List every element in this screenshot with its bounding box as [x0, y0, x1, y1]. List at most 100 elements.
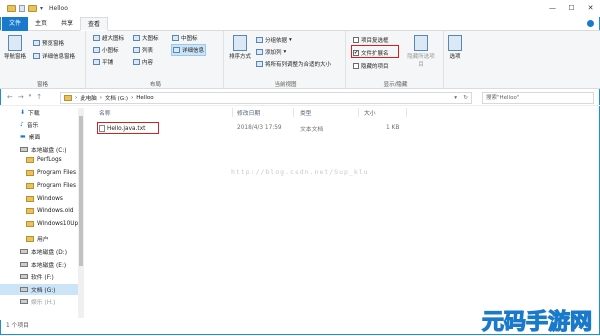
- group-label-show-hide: 显示/隐藏: [383, 82, 408, 88]
- layout-details[interactable]: 详细信息: [171, 44, 207, 56]
- group-label-layout: 布局: [149, 82, 161, 88]
- music-icon: ♪: [20, 121, 24, 128]
- group-by-icon: [256, 37, 263, 43]
- new-folder-icon[interactable]: [28, 5, 37, 12]
- column-header-date[interactable]: 修改日期: [237, 108, 260, 117]
- folder-icon: [26, 235, 34, 242]
- fit-columns-button[interactable]: 将所有列调整为合适的大小: [256, 60, 331, 68]
- sidebar-item-users[interactable]: 用户: [26, 234, 49, 243]
- group-label-current-view: 当前视图: [274, 82, 297, 88]
- sidebar-scrollbar[interactable]: [78, 108, 84, 318]
- breadcrumb-item[interactable]: 文档 (G:): [105, 94, 128, 102]
- details-pane-button[interactable]: 详细信息窗格: [33, 52, 75, 60]
- sidebar-item-drive-g[interactable]: 文档 (G:): [0, 284, 78, 295]
- folder-icon: [26, 183, 34, 189]
- column-header-size[interactable]: 大小: [364, 108, 376, 117]
- chevron-down-icon[interactable]: ▾: [454, 95, 457, 101]
- address-bar[interactable]: › 此电脑 › 文档 (G:) › Helloo ▾ ↻: [60, 92, 472, 104]
- sidebar-item-program-files-x86[interactable]: Program Files: [26, 183, 76, 189]
- highlight-file: [97, 122, 159, 134]
- checkbox[interactable]: [353, 63, 359, 69]
- group-show-hide: 项目复选框 ✔ 文件扩展名 隐藏的项目 隐藏所选项目 显示/隐藏: [348, 31, 444, 89]
- nav-pane-button[interactable]: 导航窗格: [4, 35, 26, 60]
- quick-access-dropdown-icon[interactable]: ▾: [40, 5, 43, 12]
- preview-icon: [33, 40, 40, 46]
- sidebar-item-downloads[interactable]: ⬇ 下载: [20, 108, 40, 117]
- item-checkboxes-toggle[interactable]: 项目复选框: [353, 36, 389, 44]
- tab-home[interactable]: 主页: [28, 17, 54, 31]
- large-icons-icon: [133, 35, 140, 41]
- column-divider[interactable]: [232, 108, 233, 117]
- hide-selected-icon: [414, 35, 428, 51]
- sidebar-item-drive-f[interactable]: 软件 (F:): [20, 272, 54, 281]
- folder-icon: [26, 208, 34, 214]
- hide-selected-button[interactable]: 隐藏所选项目: [406, 35, 436, 68]
- title-bar: ▾ Helloo — ☐ ✕: [0, 0, 600, 17]
- tab-share[interactable]: 共享: [54, 17, 80, 31]
- add-column-button[interactable]: 添加列 ▾: [256, 48, 286, 56]
- drive-icon: [20, 147, 28, 152]
- sidebar-item-windows10up[interactable]: Windows10Up: [26, 221, 78, 227]
- layout-small-icons[interactable]: 小图标: [93, 46, 119, 54]
- tiles-icon: [93, 59, 100, 65]
- up-icon[interactable]: ↑: [36, 93, 42, 101]
- layout-content[interactable]: 内容: [133, 58, 153, 66]
- watermark: http://blog.csdn.net/Sup_klu: [231, 168, 369, 176]
- sidebar-item-windows[interactable]: Windows: [26, 196, 63, 202]
- hidden-items-toggle[interactable]: 隐藏的项目: [353, 62, 389, 70]
- column-divider[interactable]: [358, 108, 359, 117]
- sidebar-item-drive-e[interactable]: 本地磁盘 (E:): [20, 260, 66, 269]
- column-divider[interactable]: [293, 108, 294, 117]
- refresh-icon[interactable]: ↻: [463, 95, 468, 101]
- fit-columns-icon: [256, 61, 263, 67]
- layout-list[interactable]: 列表: [133, 46, 153, 54]
- close-button[interactable]: ✕: [581, 0, 600, 17]
- breadcrumb-item[interactable]: Helloo: [136, 95, 153, 101]
- list-icon: [133, 47, 140, 53]
- help-icon[interactable]: [587, 20, 594, 27]
- layout-xl-icons[interactable]: 超大图标: [93, 34, 124, 42]
- drive-icon: [20, 287, 28, 292]
- minimize-button[interactable]: —: [543, 0, 562, 17]
- sidebar-item-program-files[interactable]: Program Files: [26, 170, 76, 176]
- sidebar-item-drive-h[interactable]: 娱乐 (H:): [20, 297, 55, 306]
- sidebar-item-drive-c[interactable]: 本地磁盘 (C:): [20, 145, 67, 154]
- column-header-type[interactable]: 类型: [300, 108, 312, 117]
- sort-by-button[interactable]: 排序方式: [229, 35, 251, 60]
- file-date-cell: 2018/4/3 17:59: [237, 125, 282, 131]
- sidebar-item-music[interactable]: ♪ 音乐: [20, 120, 38, 129]
- options-button[interactable]: 选项: [448, 35, 462, 60]
- file-type-cell: 文本文档: [300, 126, 324, 133]
- dropdown-arrow-icon: ▾: [289, 37, 292, 43]
- breadcrumb-item[interactable]: 此电脑: [80, 94, 97, 102]
- sidebar-item-windows-old[interactable]: Windows.old: [26, 208, 74, 214]
- maximize-button[interactable]: ☐: [562, 0, 581, 17]
- group-by-button[interactable]: 分组依据 ▾: [256, 36, 292, 44]
- column-divider[interactable]: [406, 108, 407, 117]
- tab-view[interactable]: 查看: [80, 16, 109, 31]
- sidebar: ⬇ 下载 ♪ 音乐 ▬ 桌面 本地磁盘 (C:) PerfLogs Program F…: [0, 106, 87, 320]
- preview-pane-button[interactable]: 预览窗格: [33, 39, 64, 47]
- tab-file[interactable]: 文件: [2, 16, 29, 31]
- sidebar-item-drive-d[interactable]: 本地磁盘 (D:): [20, 247, 67, 256]
- download-icon: ⬇: [20, 109, 26, 116]
- search-input[interactable]: 搜索"Helloo": [482, 92, 594, 104]
- layout-large-icons[interactable]: 大图标: [133, 34, 159, 42]
- folder-icon: [26, 221, 34, 227]
- sidebar-item-perflogs[interactable]: PerfLogs: [26, 157, 62, 163]
- scrollbar-thumb[interactable]: [79, 116, 83, 266]
- layout-medium-icons[interactable]: 中图标: [172, 34, 198, 42]
- layout-tiles[interactable]: 平铺: [93, 58, 113, 66]
- medium-icons-icon: [172, 35, 179, 41]
- chevron-down-icon[interactable]: ▾: [29, 93, 32, 101]
- back-icon[interactable]: ←: [7, 93, 13, 101]
- details-pane-icon: [33, 53, 40, 59]
- checkbox[interactable]: [353, 37, 359, 43]
- ribbon-tabs: 文件 主页 共享 查看: [0, 16, 600, 31]
- forward-icon[interactable]: →: [18, 93, 24, 101]
- sidebar-item-desktop[interactable]: ▬ 桌面: [20, 132, 40, 141]
- group-layout: 超大图标 大图标 中图标 小图标 列表 详细信息 平铺 内容 布局: [88, 31, 224, 89]
- breadcrumb-sep-icon: ›: [99, 95, 102, 101]
- properties-icon[interactable]: [19, 5, 25, 12]
- column-header-name[interactable]: 名称: [99, 108, 111, 117]
